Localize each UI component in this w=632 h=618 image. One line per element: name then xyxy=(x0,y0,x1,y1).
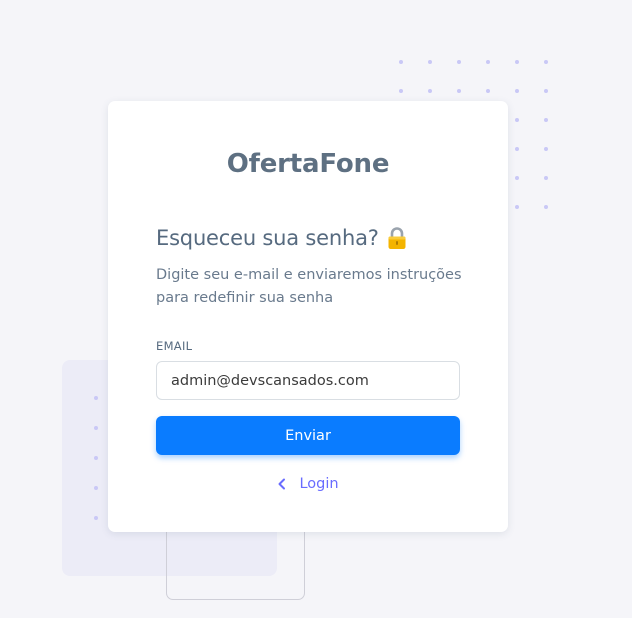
email-label: EMAIL xyxy=(156,339,193,353)
brand-logo-text: OfertaFone xyxy=(226,149,390,179)
back-link-label: Login xyxy=(299,476,339,492)
instructions-text: Digite seu e-mail e enviaremos instruçõe… xyxy=(156,267,462,306)
forgot-password-card: OfertaFone Esqueceu sua senha? Digite se… xyxy=(108,101,508,532)
page-title: Esqueceu sua senha? xyxy=(156,226,379,250)
heading-row: Esqueceu sua senha? xyxy=(156,222,460,254)
back-to-login-link[interactable]: Login xyxy=(156,474,460,494)
chevron-left-icon xyxy=(277,478,287,490)
submit-button[interactable]: Enviar xyxy=(156,416,460,455)
lock-icon xyxy=(387,226,407,250)
email-field[interactable] xyxy=(156,361,460,400)
